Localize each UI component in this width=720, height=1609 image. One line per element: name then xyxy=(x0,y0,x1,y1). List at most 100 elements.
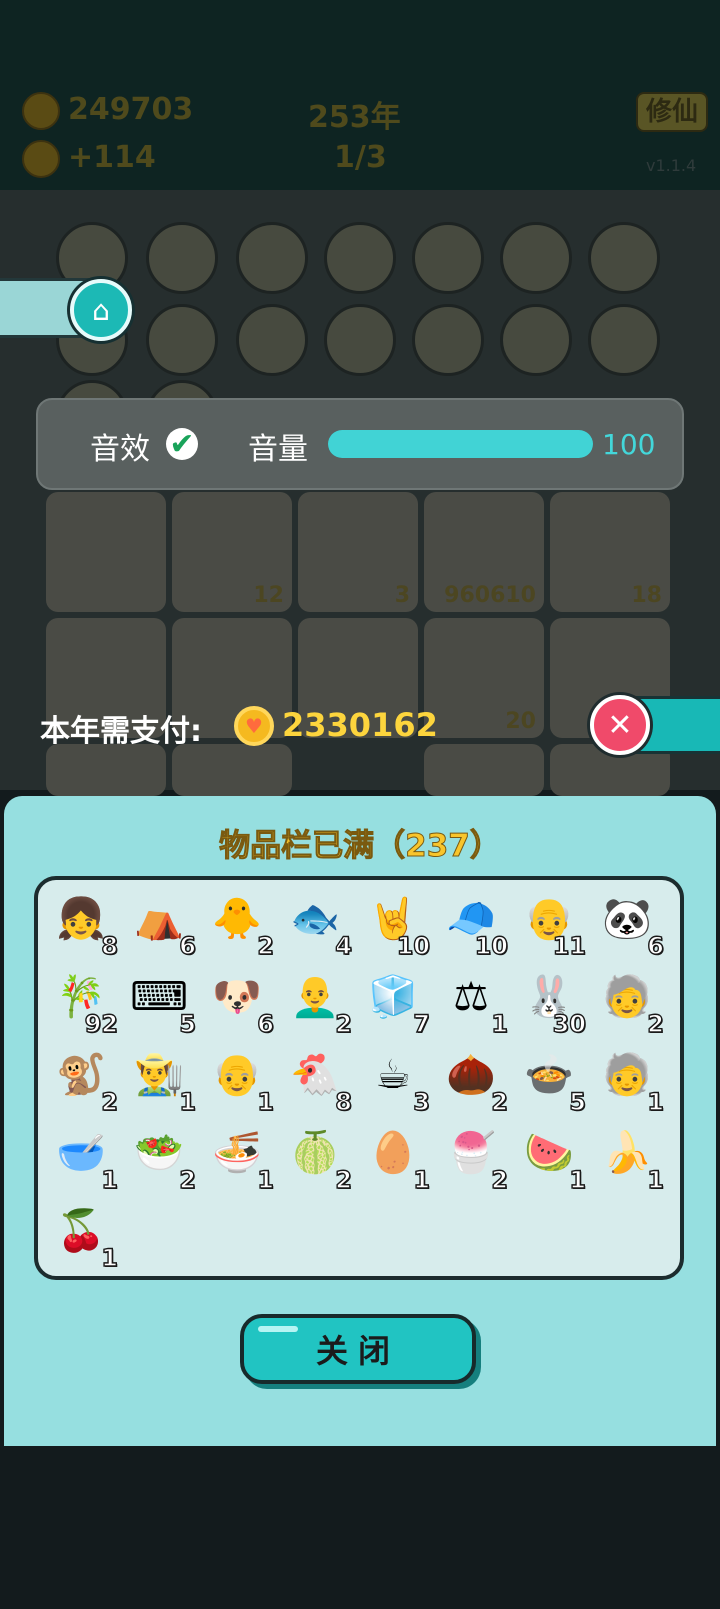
volume-slider[interactable] xyxy=(328,430,593,458)
close-inventory-button[interactable]: 关闭 xyxy=(240,1314,476,1384)
inventory-slot[interactable]: 🐔 8 xyxy=(282,1044,353,1117)
payment-label: 本年需支付: xyxy=(40,714,202,749)
bg-card-count: 12 xyxy=(253,583,284,608)
coins-value: 249703 xyxy=(68,92,194,127)
inventory-slot[interactable]: 👴 1 xyxy=(204,1044,275,1117)
item-count: 2 xyxy=(179,1165,197,1194)
item-count: 7 xyxy=(413,1009,431,1038)
bg-card-king[interactable]: 960610 xyxy=(424,492,544,612)
old-man-icon: 👴 xyxy=(212,1052,262,1098)
bg-item-arrow-card-2[interactable] xyxy=(236,304,308,376)
bg-card-rabbit[interactable]: 12 xyxy=(172,492,292,612)
home-icon: ⌂ xyxy=(92,293,110,327)
inventory-slot[interactable]: ⚖ 1 xyxy=(438,966,509,1039)
heart-coin-icon: ♥ xyxy=(234,706,274,746)
inventory-slot[interactable]: 🎋 92 xyxy=(48,966,119,1039)
inventory-slot[interactable]: 🥗 2 xyxy=(126,1122,197,1195)
bg-card-tent[interactable]: 3 xyxy=(298,492,418,612)
volume-label: 音量 xyxy=(248,432,308,467)
inventory-slot[interactable]: 🐰 30 xyxy=(516,966,587,1039)
inventory-slot[interactable]: 🐶 6 xyxy=(204,966,275,1039)
watermelon-slice-icon: 🍉 xyxy=(524,1130,574,1176)
close-icon: ✕ xyxy=(607,707,633,743)
item-count: 1 xyxy=(647,1165,665,1194)
inventory-slot[interactable]: 👨‍🦲 2 xyxy=(282,966,353,1039)
bg-card-count: 960610 xyxy=(444,583,536,608)
year-value: 253年 xyxy=(308,100,401,135)
check-icon: ✔ xyxy=(169,426,195,462)
inventory-slot[interactable]: 👧 8 xyxy=(48,888,119,961)
pink-bowl-icon: 🍧 xyxy=(446,1130,496,1176)
sound-effect-label: 音效 xyxy=(90,432,150,467)
bg-card-bamboo-2[interactable]: 18 xyxy=(550,492,670,612)
inventory-slot[interactable]: 👨‍🌾 1 xyxy=(126,1044,197,1117)
inventory-slot[interactable]: 🐼 6 xyxy=(594,888,665,961)
panda-icon: 🐼 xyxy=(602,896,652,942)
coin-icon xyxy=(22,92,60,130)
bg-card-row3[interactable] xyxy=(424,744,544,796)
bg-item-cup[interactable] xyxy=(324,304,396,376)
heart-coin-icon xyxy=(22,140,60,178)
home-button[interactable]: ⌂ xyxy=(70,279,132,341)
payment-value: 2330162 xyxy=(282,706,438,744)
bg-item-refresh[interactable] xyxy=(588,222,660,294)
bg-card-bamboo[interactable] xyxy=(46,492,166,612)
inventory-slot[interactable]: 🤘 10 xyxy=(360,888,431,961)
bg-item-arrow-card[interactable] xyxy=(146,222,218,294)
item-count: 1 xyxy=(257,1165,275,1194)
inventory-title: 物品栏已满（237） xyxy=(219,828,502,865)
bg-item-wang-tiles[interactable] xyxy=(412,222,484,294)
item-count: 2 xyxy=(335,1165,353,1194)
inventory-slot[interactable]: 🐒 2 xyxy=(48,1044,119,1117)
inventory-slot[interactable]: 🍜 1 xyxy=(204,1122,275,1195)
bg-item-wang-tiles-2[interactable] xyxy=(412,304,484,376)
sound-effect-checkbox[interactable]: ✔ xyxy=(166,426,198,462)
item-count: 2 xyxy=(101,1087,119,1116)
inventory-slot[interactable]: 🧓 2 xyxy=(594,966,665,1039)
inventory-slot[interactable]: 🍧 2 xyxy=(438,1122,509,1195)
inventory-slot[interactable]: ⌨ 5 xyxy=(126,966,197,1039)
inventory-grid: 👧 8 ⛺ 6 🐥 2 🐟 4 🤘 10 🧢 10 👴 11 🐼 6 🎋 92 ⌨ 5 🐶 6 👨‍🦲 2 🧊 7 ⚖ 1 🐰 30 🧓 2 🐒… xyxy=(34,876,684,1280)
inventory-slot[interactable]: ☕ 3 xyxy=(360,1044,431,1117)
item-count: 2 xyxy=(257,931,275,960)
inventory-slot[interactable]: 🍌 1 xyxy=(594,1122,665,1195)
inventory-slot[interactable]: 🌰 2 xyxy=(438,1044,509,1117)
chick-face-icon: 🐥 xyxy=(212,896,262,942)
volume-slider-fill xyxy=(328,430,593,458)
inventory-slot[interactable]: 🍉 1 xyxy=(516,1122,587,1195)
bg-card-row3[interactable] xyxy=(172,744,292,796)
item-count: 92 xyxy=(84,1009,119,1038)
bg-item-screwdriver-2[interactable] xyxy=(324,222,396,294)
fridge-icon: 🧊 xyxy=(368,974,418,1020)
item-count: 5 xyxy=(179,1009,197,1038)
golden-glasses-elder-icon: 🧓 xyxy=(602,1052,652,1098)
bg-item-printer[interactable] xyxy=(500,222,572,294)
bg-item-rock-hand[interactable] xyxy=(146,304,218,376)
item-count: 2 xyxy=(491,1087,509,1116)
bg-item-plant[interactable] xyxy=(588,304,660,376)
inventory-slot[interactable]: 🍈 2 xyxy=(282,1122,353,1195)
inventory-slot[interactable]: 🧢 10 xyxy=(438,888,509,961)
inventory-slot[interactable]: 🍲 5 xyxy=(516,1044,587,1117)
inventory-slot[interactable]: 🧓 1 xyxy=(594,1044,665,1117)
crowned-dog-icon: 🐶 xyxy=(212,974,262,1020)
bg-card-elder[interactable]: 20 xyxy=(424,618,544,738)
cultivate-button[interactable]: 修仙 xyxy=(636,92,708,132)
bald-man-icon: 👨‍🦲 xyxy=(290,974,340,1020)
bg-item-screwdriver[interactable] xyxy=(236,222,308,294)
inventory-slot[interactable]: 🐥 2 xyxy=(204,888,275,961)
inventory-slot[interactable]: ⛺ 6 xyxy=(126,888,197,961)
inventory-slot[interactable]: 🧊 7 xyxy=(360,966,431,1039)
inventory-slot[interactable]: 🍒 1 xyxy=(48,1200,119,1273)
yellow-bowl-icon: 🍜 xyxy=(212,1130,262,1176)
inventory-slot[interactable]: 🐟 4 xyxy=(282,888,353,961)
close-x-button[interactable]: ✕ xyxy=(590,695,650,755)
bg-card-count: 20 xyxy=(505,709,536,734)
item-count: 5 xyxy=(569,1087,587,1116)
bg-item-terminal[interactable] xyxy=(500,304,572,376)
inventory-slot[interactable]: 🥚 1 xyxy=(360,1122,431,1195)
page-indicator: 1/3 xyxy=(334,140,387,175)
inventory-slot[interactable]: 🥣 1 xyxy=(48,1122,119,1195)
bg-card-row3[interactable] xyxy=(46,744,166,796)
inventory-slot[interactable]: 👴 11 xyxy=(516,888,587,961)
